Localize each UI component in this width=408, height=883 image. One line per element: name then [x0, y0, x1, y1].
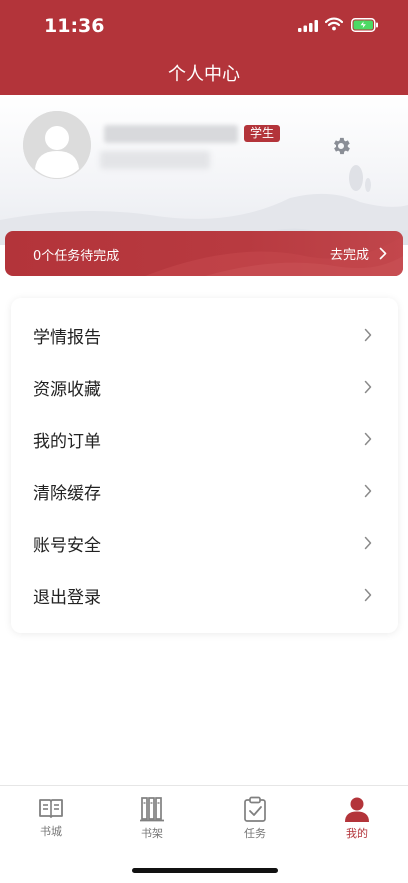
profile-section: 学生	[0, 95, 408, 245]
menu-item-label: 我的订单	[33, 431, 101, 452]
user-name-blurred	[104, 125, 238, 143]
cellular-signal-icon	[298, 20, 318, 32]
tab-bookstore[interactable]: 书城	[16, 796, 86, 846]
menu-item-learning-report[interactable]: 学情报告	[11, 309, 398, 361]
role-badge: 学生	[244, 125, 281, 142]
tab-label: 书城	[40, 825, 62, 838]
user-icon	[345, 797, 369, 822]
tab-mine[interactable]: 我的	[322, 796, 392, 846]
status-bar: 11:36	[0, 0, 408, 52]
header: 11:36 个人中心	[0, 0, 408, 95]
tab-bookshelf[interactable]: 书架	[117, 796, 187, 846]
menu-item-orders[interactable]: 我的订单	[11, 413, 398, 465]
menu-item-label: 账号安全	[33, 535, 101, 556]
chevron-right-icon	[364, 588, 372, 602]
user-info-blurred	[100, 151, 210, 169]
menu-item-label: 资源收藏	[33, 379, 101, 400]
chevron-right-icon	[364, 432, 372, 446]
wifi-icon	[325, 17, 343, 31]
chevron-right-icon	[364, 536, 372, 550]
default-avatar-icon	[23, 111, 91, 179]
avatar[interactable]	[23, 111, 91, 179]
tab-tasks[interactable]: 任务	[220, 796, 290, 846]
menu-item-label: 退出登录	[33, 587, 101, 608]
chevron-right-icon	[364, 484, 372, 498]
go-complete-button[interactable]: 去完成	[330, 244, 387, 263]
tab-label: 书架	[141, 827, 163, 840]
menu-item-favorites[interactable]: 资源收藏	[11, 361, 398, 413]
menu-item-logout[interactable]: 退出登录	[11, 569, 398, 621]
chevron-right-icon	[364, 328, 372, 342]
chevron-right-icon	[364, 380, 372, 394]
menu-item-label: 清除缓存	[33, 483, 101, 504]
menu-item-account-security[interactable]: 账号安全	[11, 517, 398, 569]
book-open-icon	[39, 799, 63, 818]
pending-tasks-text: 0个任务待完成	[33, 249, 120, 264]
task-banner[interactable]: 0个任务待完成 去完成	[5, 231, 403, 276]
tab-label: 任务	[244, 827, 266, 840]
menu-item-label: 学情报告	[33, 327, 101, 348]
bookshelf-icon	[140, 797, 164, 822]
gear-icon[interactable]	[330, 135, 352, 157]
page-title: 个人中心	[168, 64, 240, 85]
menu-card: 学情报告 资源收藏 我的订单 清除缓存 账号安全 退出登录	[11, 298, 398, 633]
go-complete-label: 去完成	[329, 248, 369, 263]
menu-item-clear-cache[interactable]: 清除缓存	[11, 465, 398, 517]
home-indicator	[132, 868, 278, 873]
status-time: 11:36	[44, 15, 105, 37]
battery-charging-icon	[351, 18, 378, 32]
tab-label: 我的	[346, 827, 368, 840]
chevron-right-icon	[379, 247, 387, 260]
clipboard-check-icon	[244, 796, 266, 822]
